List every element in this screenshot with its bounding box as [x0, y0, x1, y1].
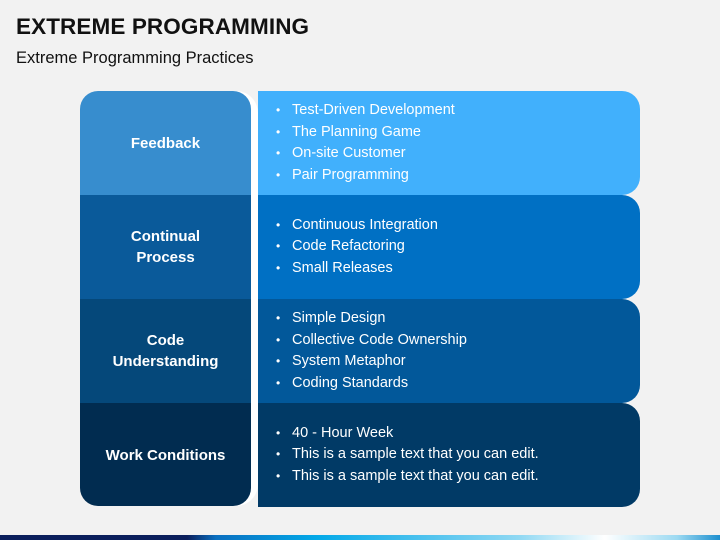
- practice-item: 40 - Hour Week: [276, 423, 539, 445]
- practice-list: Simple DesignCollective Code OwnershipSy…: [276, 308, 467, 394]
- category-column: Feedback Continual Process Code Understa…: [80, 91, 251, 506]
- category-feedback: Feedback: [80, 91, 251, 195]
- practices-column: Test-Driven DevelopmentThe Planning Game…: [258, 91, 640, 507]
- practice-item: Test-Driven Development: [276, 100, 455, 122]
- slide-subtitle: Extreme Programming Practices: [16, 49, 254, 67]
- practices-code-understanding: Simple DesignCollective Code OwnershipSy…: [258, 299, 640, 403]
- category-work-conditions: Work Conditions: [80, 403, 251, 506]
- practice-item: Coding Standards: [276, 373, 467, 395]
- practice-item: System Metaphor: [276, 351, 467, 373]
- bottom-gradient-bar: [0, 535, 720, 540]
- practice-item: Pair Programming: [276, 165, 455, 187]
- practice-item: Continuous Integration: [276, 215, 438, 237]
- practice-list: Continuous IntegrationCode RefactoringSm…: [276, 215, 438, 280]
- practice-item: Code Refactoring: [276, 236, 438, 258]
- category-code-understanding: Code Understanding: [80, 299, 251, 403]
- practice-list: Test-Driven DevelopmentThe Planning Game…: [276, 100, 455, 186]
- practices-feedback: Test-Driven DevelopmentThe Planning Game…: [258, 91, 640, 195]
- practice-item: This is a sample text that you can edit.: [276, 444, 539, 466]
- category-continual-process: Continual Process: [80, 195, 251, 299]
- category-label: Code Understanding: [112, 332, 219, 370]
- practice-list: 40 - Hour WeekThis is a sample text that…: [276, 423, 539, 488]
- practice-item: This is a sample text that you can edit.: [276, 466, 539, 488]
- practice-item: Collective Code Ownership: [276, 330, 467, 352]
- practices-continual-process: Continuous IntegrationCode RefactoringSm…: [258, 195, 640, 299]
- slide-title: EXTREME PROGRAMMING: [16, 14, 310, 39]
- practice-item: The Planning Game: [276, 122, 455, 144]
- practice-item: Small Releases: [276, 258, 438, 280]
- practices-work-conditions: 40 - Hour WeekThis is a sample text that…: [258, 403, 640, 507]
- practice-item: On-site Customer: [276, 143, 455, 165]
- category-label: Continual Process: [130, 228, 201, 266]
- practice-item: Simple Design: [276, 308, 467, 330]
